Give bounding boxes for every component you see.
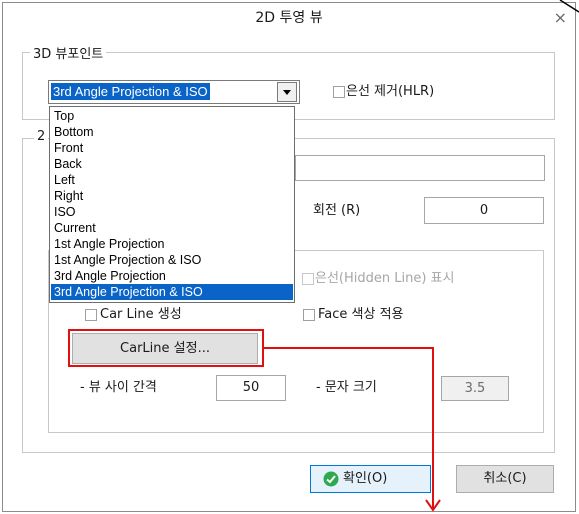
dropdown-option-3rd-angle-iso[interactable]: 3rd Angle Projection & ISO (51, 284, 293, 300)
dropdown-option-bottom[interactable]: Bottom (51, 124, 293, 140)
dropdown-option-iso[interactable]: ISO (51, 204, 293, 220)
dropdown-option-current[interactable]: Current (51, 220, 293, 236)
dropdown-option-top[interactable]: Top (51, 108, 293, 124)
dropdown-option-back[interactable]: Back (51, 156, 293, 172)
dropdown-option-right[interactable]: Right (51, 188, 293, 204)
viewpoint-dropdown-list: Top Bottom Front Back Left Right ISO Cur… (49, 106, 295, 303)
dropdown-option-3rd-angle[interactable]: 3rd Angle Projection (51, 268, 293, 284)
dropdown-option-front[interactable]: Front (51, 140, 293, 156)
dropdown-option-1st-angle[interactable]: 1st Angle Projection (51, 236, 293, 252)
dropdown-option-1st-angle-iso[interactable]: 1st Angle Projection & ISO (51, 252, 293, 268)
dropdown-option-left[interactable]: Left (51, 172, 293, 188)
